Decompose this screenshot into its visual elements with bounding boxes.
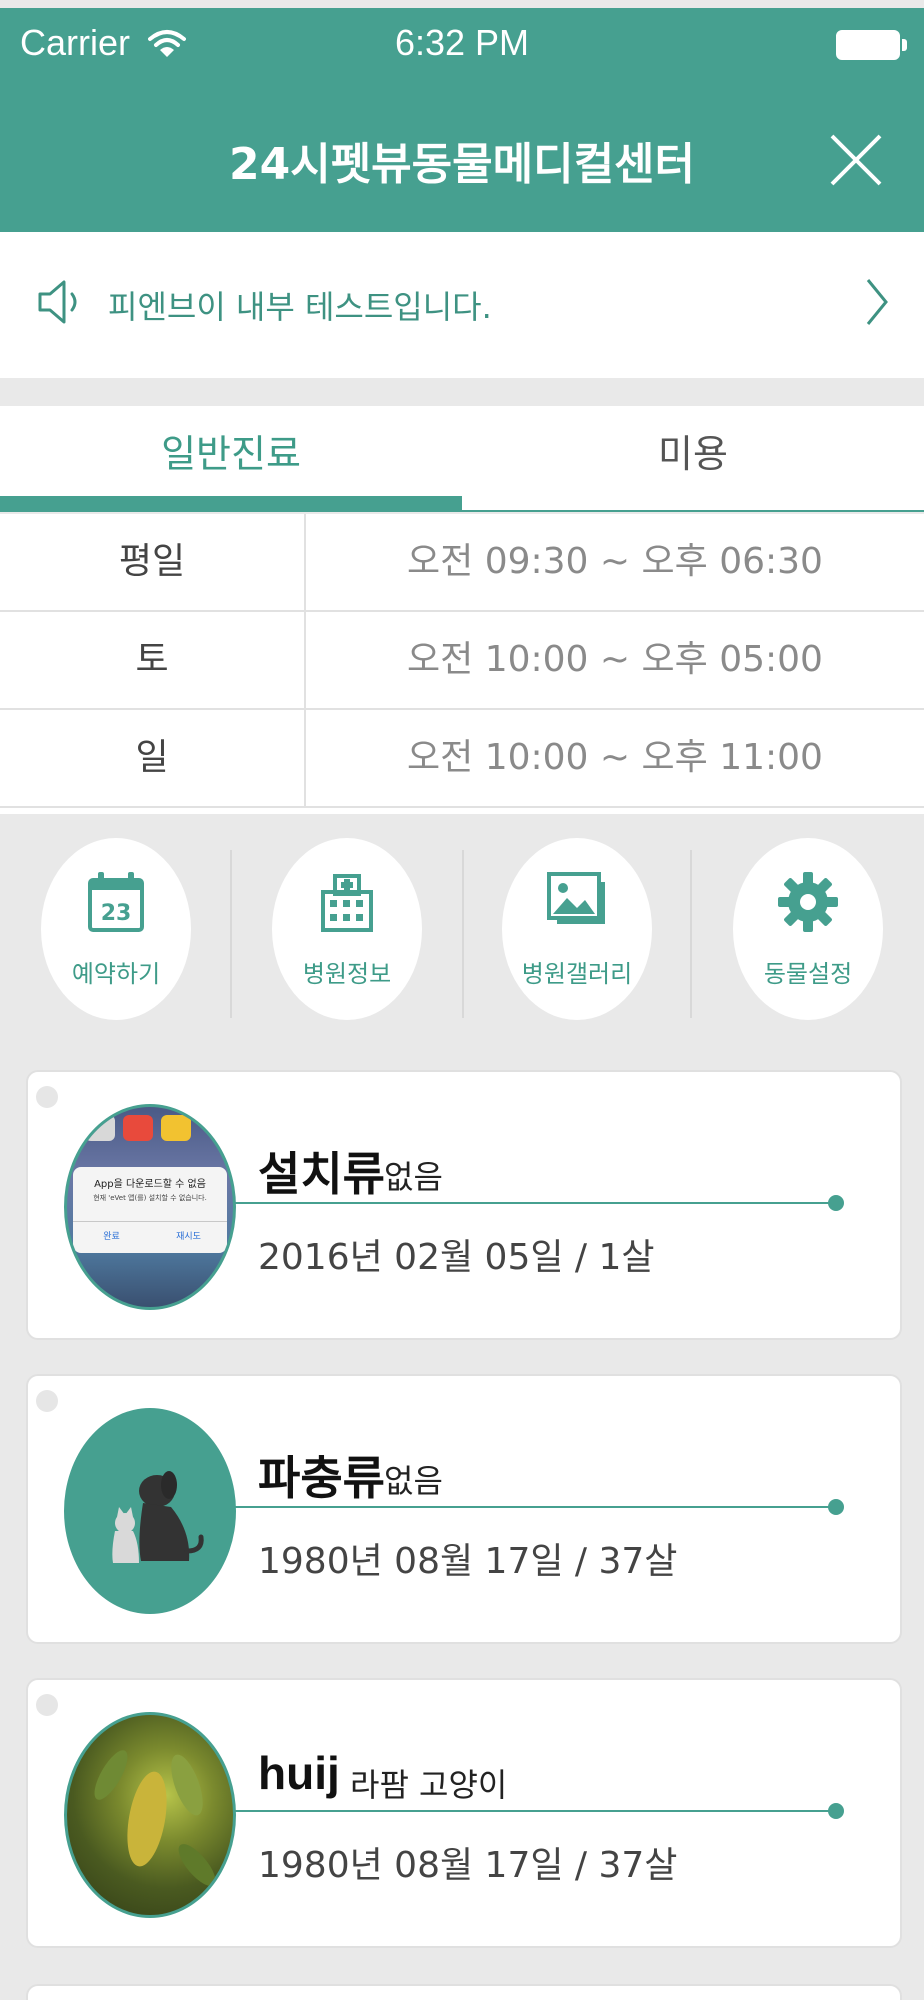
reservation-button[interactable]: 23 예약하기 (41, 838, 191, 1020)
tab-indicator (0, 496, 462, 510)
menu-label: 병원정보 (302, 960, 392, 988)
close-button[interactable] (828, 132, 884, 188)
pet-birthdate: 1980년 08월 17일 / 37살 (258, 1541, 678, 1582)
hospital-gallery-button[interactable]: 병원갤러리 (502, 838, 652, 1020)
quick-menu: 23 예약하기 병원정보 병원갤러리 동물설정 (0, 814, 924, 1044)
battery-tip (902, 39, 907, 51)
card-line (234, 1202, 834, 1204)
hours-row-sunday: 일 오전 10:00 ~ 오후 11:00 (0, 710, 924, 808)
status-bar: Carrier 6:32 PM (0, 8, 924, 88)
tab-general-care[interactable]: 일반진료 (0, 406, 462, 510)
dialog-title: App을 다운로드할 수 없음 (94, 1179, 206, 1190)
app-icon (161, 1115, 191, 1141)
leaf-photo (94, 1750, 216, 1886)
app-frame: Carrier 6:32 PM 24시펫뷰동물메디컬센터 피엔브이 내부 테스트… (0, 0, 924, 2000)
pet-name: 설치류 (258, 1148, 385, 1200)
pet-birthdate: 1980년 08월 17일 / 37살 (258, 1845, 678, 1886)
calendar-day: 23 (101, 901, 132, 926)
gear-icon (778, 872, 838, 932)
chevron-right-icon (866, 279, 888, 325)
pet-card-partial[interactable] (26, 1984, 902, 2000)
pet-avatar-photo (64, 1712, 236, 1918)
app-icon (85, 1115, 115, 1141)
card-line-dot (828, 1499, 844, 1515)
hours-time: 오전 10:00 ~ 오후 05:00 (407, 639, 823, 680)
hospital-icon (321, 874, 373, 932)
card-line (234, 1810, 834, 1812)
hours-time: 오전 10:00 ~ 오후 11:00 (407, 737, 823, 778)
pet-name: 파충류 (258, 1452, 385, 1504)
status-time: 6:32 PM (394, 22, 530, 63)
hours-table: 평일 오전 09:30 ~ 오후 06:30 토 오전 10:00 ~ 오후 0… (0, 514, 924, 814)
header: Carrier 6:32 PM 24시펫뷰동물메디컬센터 (0, 8, 924, 232)
pet-card[interactable]: App을 다운로드할 수 없음 현재 'eVet 앱(를) 설치할 수 없습니다… (26, 1070, 902, 1340)
card-line-dot (828, 1803, 844, 1819)
app-icon (123, 1115, 153, 1141)
pet-name: huij (258, 1747, 340, 1799)
menu-label: 동물설정 (763, 960, 853, 988)
tab-bar: 일반진료 미용 (0, 406, 924, 512)
pet-avatar-default (64, 1408, 236, 1614)
notice-text: 피엔브이 내부 테스트입니다. (108, 288, 492, 326)
menu-divider (462, 850, 464, 1018)
page-title: 24시펫뷰동물메디컬센터 (228, 139, 696, 190)
pet-breed: 없음 (384, 1462, 443, 1500)
notice-banner[interactable]: 피엔브이 내부 테스트입니다. (0, 232, 924, 378)
pet-breed: 없음 (384, 1158, 443, 1196)
hours-day: 평일 (0, 514, 306, 610)
menu-label: 병원갤러리 (521, 960, 633, 988)
card-dot (36, 1390, 58, 1412)
dialog-message: 현재 'eVet 앱(를) 설치할 수 없습니다. (93, 1194, 207, 1202)
pet-settings-button[interactable]: 동물설정 (733, 838, 883, 1020)
dialog-retry: 재시도 (176, 1232, 201, 1242)
card-line (234, 1506, 834, 1508)
tab-grooming[interactable]: 미용 (462, 406, 924, 510)
pet-birthdate: 2016년 02월 05일 / 1살 (258, 1237, 655, 1278)
hours-day: 일 (0, 710, 306, 806)
menu-divider (230, 850, 232, 1018)
hours-time: 오전 09:30 ~ 오후 06:30 (407, 541, 823, 582)
battery-icon (836, 30, 900, 60)
hospital-info-button[interactable]: 병원정보 (272, 838, 422, 1020)
pet-breed: 라팜 고양이 (350, 1766, 508, 1804)
pet-avatar-photo: App을 다운로드할 수 없음 현재 'eVet 앱(를) 설치할 수 없습니다… (64, 1104, 236, 1310)
menu-label: 예약하기 (71, 960, 161, 988)
calendar-icon: 23 (88, 872, 144, 932)
dog-cat-icon (112, 1471, 204, 1563)
card-dot (36, 1694, 58, 1716)
gallery-icon (547, 872, 605, 924)
dialog-done: 완료 (103, 1232, 120, 1242)
pet-card[interactable]: 파충류 없음 1980년 08월 17일 / 37살 (26, 1374, 902, 1644)
pet-card[interactable]: huij 라팜 고양이 1980년 08월 17일 / 37살 (26, 1678, 902, 1948)
dialog-divider (73, 1221, 227, 1222)
card-dot (36, 1086, 58, 1108)
app-screen: Carrier 6:32 PM 24시펫뷰동물메디컬센터 피엔브이 내부 테스트… (0, 8, 924, 2000)
card-line-dot (828, 1195, 844, 1211)
speaker-icon (38, 280, 77, 324)
hours-day: 토 (0, 612, 306, 708)
dialog-box: App을 다운로드할 수 없음 현재 'eVet 앱(를) 설치할 수 없습니다… (73, 1167, 227, 1253)
hours-row-saturday: 토 오전 10:00 ~ 오후 05:00 (0, 612, 924, 710)
menu-divider (690, 850, 692, 1018)
hours-row-weekday: 평일 오전 09:30 ~ 오후 06:30 (0, 514, 924, 612)
